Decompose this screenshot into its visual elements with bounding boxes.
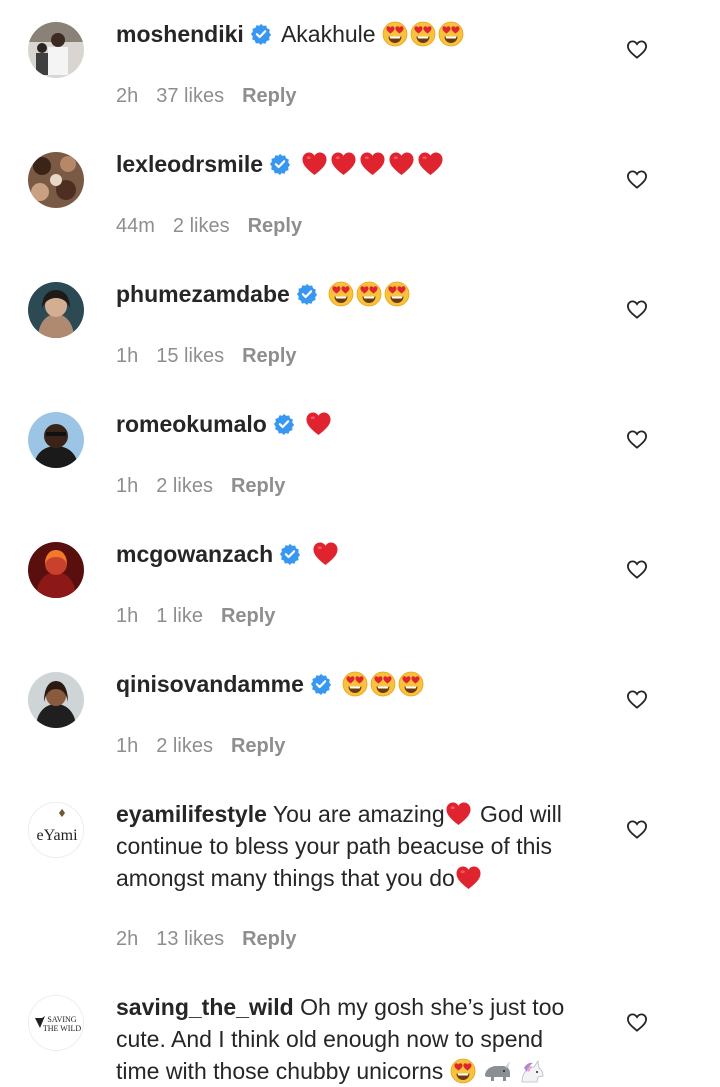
red-heart-emoji — [359, 151, 386, 176]
comment-time: 1h — [116, 345, 139, 367]
avatar[interactable]: eYami — [28, 802, 84, 858]
red-heart-emoji — [417, 151, 444, 176]
reply-button[interactable]: Reply — [242, 928, 296, 950]
comment-body: moshendiki Akakhule — [116, 18, 596, 50]
red-heart-emoji — [388, 151, 415, 176]
unicorn-emoji — [516, 1058, 546, 1084]
comment-likes[interactable]: 1 like — [156, 605, 203, 627]
comment-body: eyamilifestyle You are amazing God will … — [116, 798, 606, 894]
heart-eyes-emoji — [370, 671, 396, 697]
heart-eyes-emoji — [328, 281, 354, 307]
heart-outline-icon[interactable] — [626, 689, 648, 709]
avatar[interactable] — [28, 542, 84, 598]
comment-body: phumezamdabe — [116, 278, 596, 310]
comment-meta: 1h 15 likes Reply — [116, 344, 315, 368]
heart-eyes-emoji — [450, 1058, 476, 1084]
comment-meta: 44m 2 likes Reply — [116, 214, 320, 238]
username[interactable]: mcgowanzach — [116, 541, 273, 567]
comment-likes[interactable]: 15 likes — [156, 345, 224, 367]
verified-badge-icon — [250, 23, 272, 45]
red-heart-emoji — [301, 151, 328, 176]
reply-button[interactable]: Reply — [231, 475, 285, 497]
username[interactable]: eyamilifestyle — [116, 801, 267, 827]
comment-likes[interactable]: 2 likes — [156, 475, 213, 497]
heart-eyes-emoji — [382, 21, 408, 47]
username[interactable]: phumezamdabe — [116, 281, 290, 307]
comment-text: You are amazing — [272, 801, 445, 827]
username[interactable]: saving_the_wild — [116, 994, 294, 1020]
comment-time: 2h — [116, 928, 139, 950]
red-heart-emoji — [455, 865, 482, 890]
heart-outline-icon[interactable] — [626, 1012, 648, 1032]
avatar[interactable] — [28, 672, 84, 728]
red-heart-emoji — [305, 411, 332, 436]
svg-text:SAVING: SAVING — [47, 1015, 76, 1024]
rhino-emoji — [482, 1058, 512, 1084]
heart-eyes-emoji — [356, 281, 382, 307]
comment-text: Akakhule — [280, 21, 376, 47]
heart-eyes-emoji — [398, 671, 424, 697]
red-heart-emoji — [312, 541, 339, 566]
avatar[interactable] — [28, 22, 84, 78]
avatar[interactable]: SAVING THE WILD — [28, 995, 84, 1051]
verified-badge-icon — [269, 153, 291, 175]
comment-time: 44m — [116, 215, 155, 237]
username[interactable]: qinisovandamme — [116, 671, 304, 697]
red-heart-emoji — [330, 151, 357, 176]
heart-outline-icon[interactable] — [626, 299, 648, 319]
svg-text:THE WILD: THE WILD — [43, 1024, 82, 1033]
svg-text:eYami: eYami — [36, 827, 78, 844]
comment-likes[interactable]: 2 likes — [173, 215, 230, 237]
avatar[interactable] — [28, 152, 84, 208]
reply-button[interactable]: Reply — [231, 735, 285, 757]
avatar[interactable] — [28, 282, 84, 338]
heart-outline-icon[interactable] — [626, 169, 648, 189]
username[interactable]: lexleodrsmile — [116, 151, 263, 177]
comment-likes[interactable]: 13 likes — [156, 928, 224, 950]
heart-eyes-emoji — [384, 281, 410, 307]
username[interactable]: romeokumalo — [116, 411, 267, 437]
comment-time: 1h — [116, 735, 139, 757]
comment-body: lexleodrsmile — [116, 148, 596, 180]
heart-outline-icon[interactable] — [626, 559, 648, 579]
comment-body: romeokumalo — [116, 408, 596, 440]
avatar[interactable] — [28, 412, 84, 468]
comment-likes[interactable]: 2 likes — [156, 735, 213, 757]
comment-meta: 2h 37 likes Reply — [116, 84, 315, 108]
verified-badge-icon — [273, 413, 295, 435]
verified-badge-icon — [296, 283, 318, 305]
comment-meta: 1h 1 like Reply — [116, 604, 293, 628]
reply-button[interactable]: Reply — [221, 605, 275, 627]
heart-eyes-emoji — [342, 671, 368, 697]
heart-outline-icon[interactable] — [626, 429, 648, 449]
heart-eyes-emoji — [410, 21, 436, 47]
reply-button[interactable]: Reply — [242, 345, 296, 367]
comment-time: 1h — [116, 475, 139, 497]
verified-badge-icon — [310, 673, 332, 695]
comment-meta: 1h 2 likes Reply — [116, 474, 303, 498]
red-heart-emoji — [445, 801, 472, 826]
verified-badge-icon — [279, 543, 301, 565]
comment-time: 2h — [116, 85, 139, 107]
comment-body: mcgowanzach — [116, 538, 596, 570]
comment-time: 1h — [116, 605, 139, 627]
username[interactable]: moshendiki — [116, 21, 244, 47]
heart-outline-icon[interactable] — [626, 39, 648, 59]
comment-meta: 2h 13 likes Reply — [116, 927, 315, 951]
comment-meta: 1h 2 likes Reply — [116, 734, 303, 758]
reply-button[interactable]: Reply — [248, 215, 302, 237]
comment-likes[interactable]: 37 likes — [156, 85, 224, 107]
comment-body: qinisovandamme — [116, 668, 596, 700]
comment-body: saving_the_wild Oh my gosh she’s just to… — [116, 991, 586, 1087]
heart-eyes-emoji — [438, 21, 464, 47]
reply-button[interactable]: Reply — [242, 85, 296, 107]
heart-outline-icon[interactable] — [626, 819, 648, 839]
